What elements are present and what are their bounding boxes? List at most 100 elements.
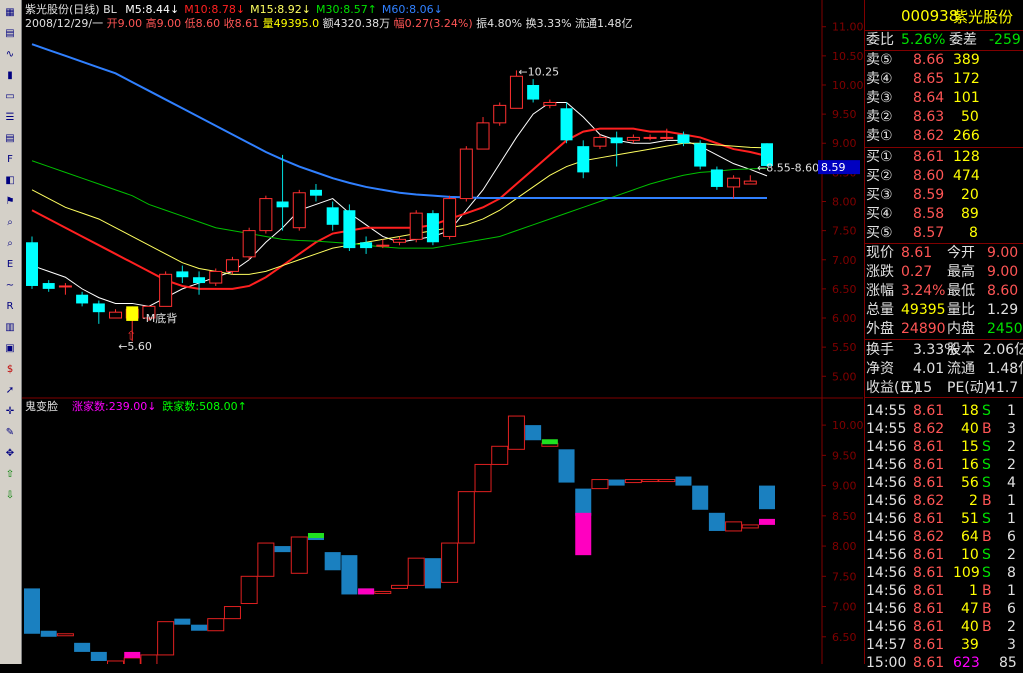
candle-body-2 [58, 285, 72, 288]
plugin-icon[interactable]: ◧ [2, 173, 18, 189]
price-tick-label-0: 11.00 [832, 21, 863, 34]
tick-vol-4: 56 [961, 475, 979, 491]
flag-icon[interactable]: ⚑ [2, 194, 18, 210]
info-close: 收8.61 [223, 17, 260, 30]
tick-vol-7: 64 [961, 529, 979, 545]
rst-icon[interactable]: R [2, 299, 18, 315]
info-amount: 额4320.38万 [322, 17, 391, 30]
tick-row-4: 14:56 8.61 56 S 4 [865, 474, 1023, 493]
tick-time-9: 14:56 [866, 565, 907, 581]
pointer-icon[interactable]: ➚ [2, 383, 18, 399]
ind-bar-40 [692, 485, 709, 510]
quote-row-0: 现价 8.61 今开 9.00 [865, 244, 1023, 263]
arrow-down-icon[interactable]: ⇩ [2, 488, 18, 504]
tick-price-11: 8.61 [913, 601, 945, 617]
tick-price-3: 8.61 [913, 457, 945, 473]
tick-count-2: 2 [1007, 439, 1016, 455]
up-arrow-icon: ⇧ [126, 328, 136, 342]
cursor-move-icon[interactable]: ✛ [2, 404, 18, 420]
tick-row-3: 14:56 8.61 16 S 2 [865, 456, 1023, 475]
fin-v1-1: 4.01 [913, 361, 945, 377]
ask-price-3: 8.63 [913, 109, 945, 125]
ind-bar-44 [759, 485, 775, 510]
tick-time-10: 14:56 [866, 583, 907, 599]
ask-price-2: 8.64 [913, 90, 945, 106]
f10-icon[interactable]: F [2, 152, 18, 168]
table-icon[interactable]: ▤ [2, 26, 18, 42]
quote-l2-1: 最高 [947, 264, 975, 280]
tick-count-6: 1 [1007, 511, 1016, 527]
wave-icon[interactable]: ∼ [2, 278, 18, 294]
ind-bar-35 [608, 479, 625, 486]
fin-v2-1: 1.48亿 [987, 361, 1023, 377]
tick-price-6: 8.61 [913, 511, 945, 527]
highlight-candle [126, 306, 139, 321]
tick-row-2: 14:56 8.61 15 S 2 [865, 438, 1023, 457]
quote-v2-1: 9.00 [987, 264, 1019, 280]
ind-bar-4 [90, 651, 107, 661]
tick-row-12: 14:56 8.61 40 B 2 [865, 618, 1023, 637]
magnifier-icon[interactable]: ⌕ [2, 215, 18, 231]
screen-icon[interactable]: ▣ [2, 341, 18, 357]
ma-legend-4: M60:8.06↓ [381, 3, 443, 16]
list-icon[interactable]: ☰ [2, 110, 18, 126]
tick-price-0: 8.61 [913, 403, 945, 419]
price-tick-label-2: 10.00 [832, 79, 863, 92]
dollar-icon[interactable]: $ [2, 362, 18, 378]
etf-icon[interactable]: E [2, 257, 18, 273]
ask-price-4: 8.62 [913, 128, 945, 144]
candle-body-23 [409, 212, 423, 240]
calendar-icon[interactable]: ▥ [2, 320, 18, 336]
indicator-legend-1: 跌家数:508.00↑ [162, 400, 247, 413]
tick-vol-5: 2 [969, 493, 978, 509]
kline-chart[interactable]: 11.00 10.50 10.00 9.50 9.00 8.50 8.00 7.50 7.00 6… [22, 0, 863, 664]
candle-body-42 [727, 177, 741, 188]
tick-time-4: 14:56 [866, 475, 907, 491]
info-low: 低8.60 [184, 17, 221, 30]
tick-vol-3: 16 [961, 457, 979, 473]
tick-time-13: 14:57 [866, 637, 907, 653]
report-icon[interactable]: ▤ [2, 131, 18, 147]
sep-4 [865, 339, 1023, 340]
ind-bar-32 [558, 449, 575, 483]
ind-bar-28 [491, 445, 509, 465]
tick-bs-12: B [982, 619, 992, 635]
tick-bs-6: S [982, 511, 991, 527]
pen-icon[interactable]: ✎ [2, 425, 18, 441]
ind-tick-label-4: 8.00 [832, 540, 857, 553]
candle-body-21 [376, 244, 390, 247]
bid-vol-1: 474 [953, 168, 980, 184]
tick-price-7: 8.62 [913, 529, 945, 545]
tick-time-3: 14:56 [866, 457, 907, 473]
quote-l1-4: 外盘 [866, 321, 894, 337]
stock-name: 紫光股份 [953, 8, 1014, 26]
sep-5 [865, 397, 1023, 398]
ind-tick-label-7: 6.50 [832, 631, 857, 644]
candle-body-19 [343, 210, 356, 249]
tick-price-2: 8.61 [913, 439, 945, 455]
candle-body-29 [509, 75, 523, 109]
tick-vol-0: 18 [961, 403, 979, 419]
quote-l1-2: 涨幅 [866, 283, 894, 299]
candle-body-41 [710, 169, 723, 187]
tick-count-10: 1 [1007, 583, 1016, 599]
window-icon[interactable]: ▭ [2, 89, 18, 105]
candle-body-28 [493, 104, 507, 124]
tick-price-8: 8.61 [913, 547, 945, 563]
magnifier-icon-2[interactable]: ⌕ [2, 236, 18, 252]
ask-vol-3: 50 [961, 109, 979, 125]
indicator-legend-0: 涨家数:239.00↓ [72, 400, 157, 413]
line-chart-icon[interactable]: ∿ [2, 47, 18, 63]
candle-body-18 [326, 207, 339, 225]
tick-row-1: 14:55 8.62 40 B 3 [865, 420, 1023, 439]
quote-l2-3: 量比 [947, 302, 975, 318]
bid-label-4: 买⑤ [866, 225, 893, 241]
quote-v1-0: 8.61 [901, 245, 933, 261]
ind-bar-36 [624, 479, 642, 484]
grid-icon[interactable]: ▦ [2, 5, 18, 21]
candle-body-5 [109, 311, 123, 319]
move-icon[interactable]: ✥ [2, 446, 18, 462]
candle-icon[interactable]: ▮ [2, 68, 18, 84]
arrow-up-icon[interactable]: ⇧ [2, 467, 18, 483]
tick-count-12: 2 [1007, 619, 1016, 635]
